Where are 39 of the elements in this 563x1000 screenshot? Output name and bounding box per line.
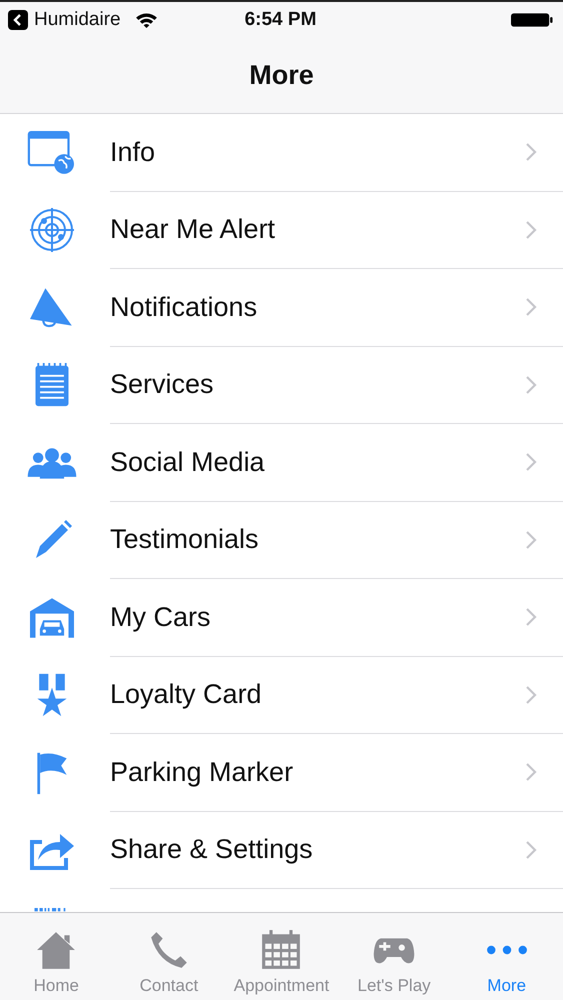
chevron-icon (525, 220, 537, 240)
menu-row[interactable]: My Cars (0, 579, 563, 656)
row-label: Near Me Alert (110, 214, 276, 246)
chevron-icon (525, 452, 537, 472)
status-time: 6:54 PM (244, 9, 316, 31)
row-label: Loyalty Card (110, 679, 262, 710)
chevron-icon (525, 684, 537, 705)
row-label: Info (110, 136, 156, 168)
row-label: Services (110, 369, 214, 400)
row-label: Parking Marker (110, 756, 294, 788)
row-label: Testimonials (110, 524, 259, 556)
chevron-icon (525, 142, 537, 162)
row-label: My Cars (110, 602, 210, 633)
row-label: Notifications (110, 292, 258, 323)
chevron-icon (525, 530, 537, 550)
wifi-icon (134, 12, 158, 28)
menu-row[interactable]: Loyalty Card (0, 656, 563, 734)
chevron-icon (525, 607, 537, 628)
tab[interactable]: More (450, 913, 563, 1000)
back-app-label[interactable]: Humidaire (34, 9, 121, 31)
battery-icon (511, 12, 553, 28)
back-icon[interactable] (8, 10, 28, 30)
menu-row[interactable]: Share & Settings (0, 812, 563, 889)
calendar-icon (260, 929, 302, 971)
row-label: Social Media (110, 446, 265, 478)
menu-row[interactable]: Testimonials (0, 502, 563, 579)
menu-row[interactable]: Info (0, 114, 563, 192)
menu-row[interactable]: Social Media (0, 424, 563, 502)
menu-row[interactable]: Parking Marker (0, 734, 563, 812)
menu-row[interactable]: Notifications (0, 269, 563, 346)
chevron-icon (525, 840, 537, 860)
more-dots-icon (486, 944, 528, 956)
row-label: Share & Settings (110, 834, 313, 866)
chevron-icon (525, 374, 537, 395)
chevron-icon (525, 762, 537, 782)
menu-row[interactable]: Services (0, 346, 563, 424)
menu-row[interactable]: Near Me Alert (0, 192, 563, 269)
chevron-icon (525, 297, 537, 318)
page-title: More (249, 60, 314, 91)
